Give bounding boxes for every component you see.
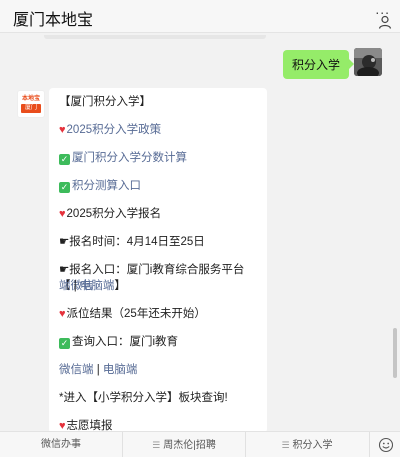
menu-points-admission-label: 积分入学 [292, 440, 333, 451]
query-desktop-link[interactable]: 电脑端 [103, 364, 138, 376]
check-icon: ✓ [59, 338, 70, 349]
registration-entry-line-2: 端 | 电脑端】 [59, 278, 259, 294]
allocation-line: ♥派位结果（25年还未开始） [59, 306, 259, 322]
header-divider [0, 32, 400, 33]
bottom-menu-bar: 微信办事 ☰ 周杰伦|招聘 ☰ 积分入学 [0, 431, 400, 457]
menu-list-icon: ☰ [152, 440, 161, 450]
menu-jobs[interactable]: ☰ 周杰伦|招聘 [123, 432, 245, 457]
allocation-text: 派位结果（25年还未开始） [66, 308, 206, 320]
avatar-logo-text: 本地宝 [21, 96, 40, 102]
outgoing-message-bubble[interactable]: 积分入学 [282, 50, 355, 79]
wechat-link-part2[interactable]: 端 [59, 280, 71, 292]
score-estimate-line: ✓ 积分测算入口 [59, 178, 259, 194]
score-estimate-link[interactable]: 积分测算入口 [72, 180, 141, 192]
menu-jobs-label: 周杰伦|招聘 [163, 440, 216, 451]
score-calc-line: ✓ 厦门积分入学分数计算 [59, 150, 259, 166]
check-icon: ✓ [59, 154, 70, 165]
bracket-close: 】 [114, 280, 126, 292]
emoji-icon[interactable] [378, 437, 394, 453]
registration-time: ☛报名时间：4月14日至25日 [59, 236, 205, 248]
heart-icon: ♥ [59, 308, 66, 320]
query-hint: *进入【小学积分入学】板块查询! [59, 392, 228, 404]
user-avatar[interactable] [354, 48, 382, 76]
menu-divider [369, 432, 370, 457]
heart-icon: ♥ [59, 208, 66, 220]
desktop-link[interactable]: 电脑端 [80, 280, 115, 292]
scrollbar-thumb[interactable] [393, 328, 397, 378]
registration-line: ♥2025积分入学报名 [59, 206, 259, 222]
query-entry-text: 查询入口：厦门i教育 [72, 336, 179, 348]
query-entry-line: ✓ 查询入口：厦门i教育 [59, 334, 259, 350]
link-separator: | [93, 364, 103, 376]
previous-message-edge [44, 35, 266, 39]
incoming-message-bubble: 【厦门积分入学】 ♥2025积分入学政策 ✓ 厦门积分入学分数计算 ✓ 积分测算入口… [49, 88, 267, 433]
policy-line: ♥2025积分入学政策 [59, 122, 259, 138]
chat-title: 厦门本地宝 [13, 12, 94, 29]
menu-list-icon: ☰ [281, 440, 290, 450]
account-avatar[interactable]: 本地宝 厦门 [17, 90, 45, 118]
chat-header: 厦门本地宝 ... [0, 0, 400, 32]
check-icon: ✓ [59, 182, 70, 193]
menu-wechat-services[interactable]: 微信办事 [0, 432, 122, 457]
user-avatar-image [354, 48, 382, 76]
heart-icon: ♥ [59, 124, 66, 136]
policy-link[interactable]: 2025积分入学政策 [67, 124, 162, 136]
query-links-line: 微信端 | 电脑端 [59, 362, 259, 378]
user-profile-icon[interactable] [378, 15, 392, 29]
avatar-city-badge: 厦门 [21, 104, 41, 113]
score-calc-link[interactable]: 厦门积分入学分数计算 [72, 152, 187, 164]
message-heading: 【厦门积分入学】 [59, 96, 151, 108]
query-wechat-link[interactable]: 微信端 [59, 364, 94, 376]
outgoing-message-row: 积分入学 [262, 48, 382, 79]
link-separator: | [70, 280, 80, 292]
registration-text: 2025积分入学报名 [66, 208, 162, 220]
menu-wechat-services-label: 微信办事 [41, 439, 81, 450]
menu-points-admission[interactable]: ☰ 积分入学 [246, 432, 368, 457]
